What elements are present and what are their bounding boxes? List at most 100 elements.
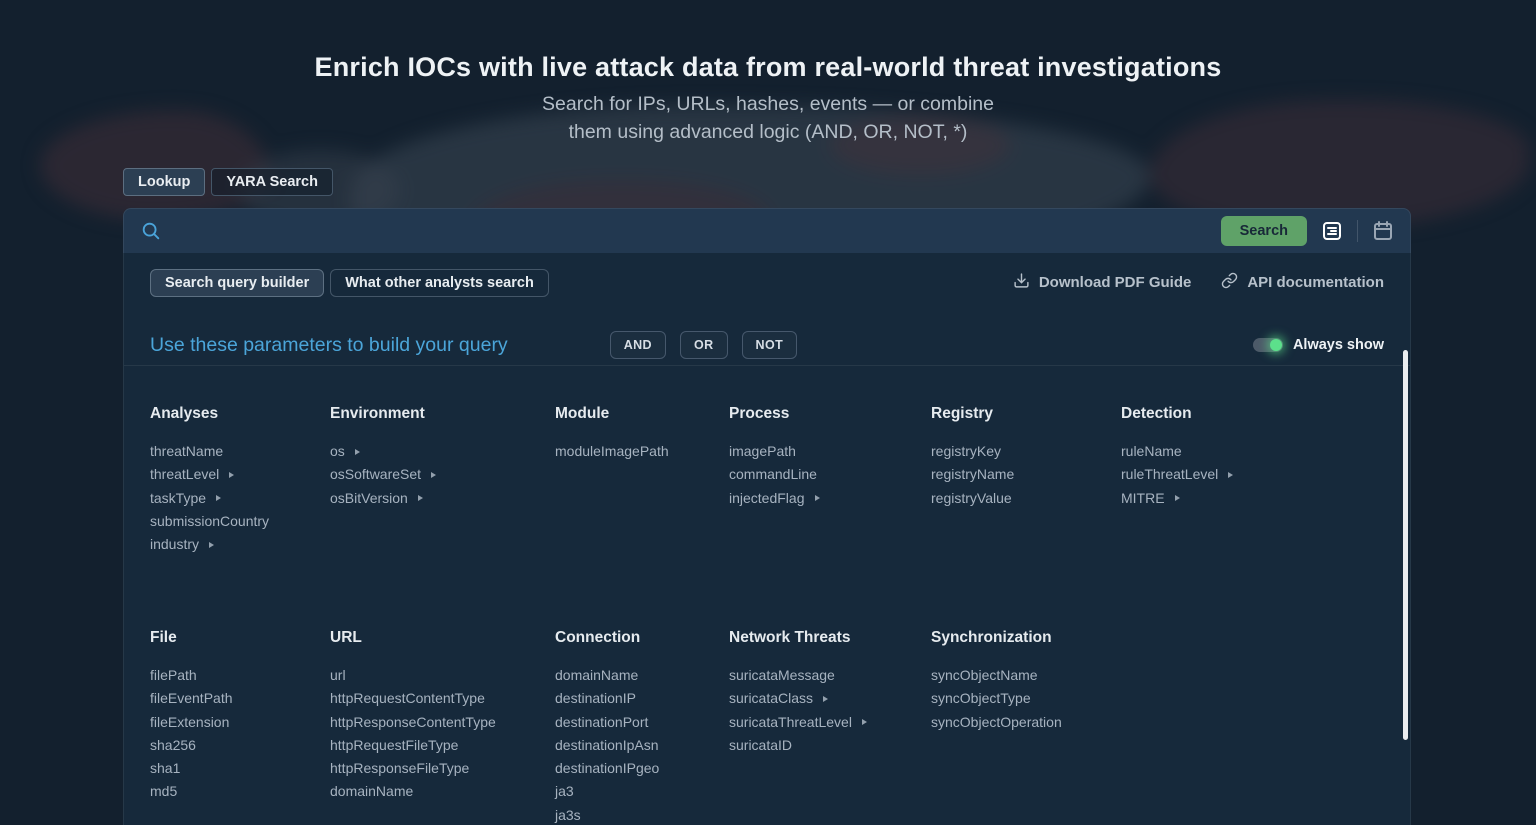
parameter-item-ja3[interactable]: ja3 xyxy=(555,780,729,803)
parameter-item-label: domainName xyxy=(555,664,638,687)
parameter-item-label: moduleImagePath xyxy=(555,440,669,463)
parameter-item-suricataID[interactable]: suricataID xyxy=(729,734,931,757)
parameter-item-threatLevel[interactable]: threatLevel xyxy=(150,463,330,486)
submenu-arrow-icon xyxy=(823,696,828,702)
parameter-item-url[interactable]: url xyxy=(330,664,555,687)
parameter-item-destinationIpAsn[interactable]: destinationIpAsn xyxy=(555,734,729,757)
parameter-item-label: destinationPort xyxy=(555,711,648,734)
parameter-item-label: MITRE xyxy=(1121,487,1165,510)
parameter-item-registryKey[interactable]: registryKey xyxy=(931,440,1121,463)
parameter-item-threatName[interactable]: threatName xyxy=(150,440,330,463)
parameter-group-title: Module xyxy=(555,405,729,423)
parameter-item-label: filePath xyxy=(150,664,197,687)
parameter-item-ruleThreatLevel[interactable]: ruleThreatLevel xyxy=(1121,463,1370,486)
always-show-toggle[interactable] xyxy=(1253,338,1283,352)
parameter-group: Environment ososSoftwareSetosBitVersion xyxy=(330,405,555,556)
parameter-item-ja3s[interactable]: ja3s xyxy=(555,804,729,825)
parameter-item-registryValue[interactable]: registryValue xyxy=(931,487,1121,510)
api-documentation-link[interactable]: API documentation xyxy=(1221,272,1384,293)
search-query-builder-button[interactable]: Search query builder xyxy=(150,269,324,297)
parameter-item-label: commandLine xyxy=(729,463,817,486)
download-pdf-guide-link[interactable]: Download PDF Guide xyxy=(1013,272,1192,293)
page-title: Enrich IOCs with live attack data from r… xyxy=(0,52,1536,83)
parameter-item-injectedFlag[interactable]: injectedFlag xyxy=(729,487,931,510)
parameter-item-label: industry xyxy=(150,533,199,556)
parameter-group-title: Environment xyxy=(330,405,555,423)
parameter-item-submissionCountry[interactable]: submissionCountry xyxy=(150,510,330,533)
parameter-item-moduleImagePath[interactable]: moduleImagePath xyxy=(555,440,729,463)
parameter-item-suricataThreatLevel[interactable]: suricataThreatLevel xyxy=(729,711,931,734)
parameter-item-label: osSoftwareSet xyxy=(330,463,421,486)
parameter-item-label: os xyxy=(330,440,345,463)
parameter-item-osSoftwareSet[interactable]: osSoftwareSet xyxy=(330,463,555,486)
tab-lookup[interactable]: Lookup xyxy=(123,168,205,196)
parameter-item-fileExtension[interactable]: fileExtension xyxy=(150,711,330,734)
parameter-item-destinationIP[interactable]: destinationIP xyxy=(555,687,729,710)
parameter-groups-row-2: FilefilePathfileEventPathfileExtensionsh… xyxy=(150,629,1370,825)
calendar-icon[interactable] xyxy=(1369,217,1397,245)
operator-not-button[interactable]: NOT xyxy=(742,331,798,359)
parameter-item-httpResponseContentType[interactable]: httpResponseContentType xyxy=(330,711,555,734)
parameter-item-syncObjectName[interactable]: syncObjectName xyxy=(931,664,1121,687)
parameter-item-industry[interactable]: industry xyxy=(150,533,330,556)
parameter-item-destinationPort[interactable]: destinationPort xyxy=(555,711,729,734)
parameter-item-label: threatLevel xyxy=(150,463,219,486)
parameter-item-httpResponseFileType[interactable]: httpResponseFileType xyxy=(330,757,555,780)
parameter-item-domainName[interactable]: domainName xyxy=(330,780,555,803)
parameter-item-label: taskType xyxy=(150,487,206,510)
parameter-item-label: registryName xyxy=(931,463,1014,486)
parameter-item-sha1[interactable]: sha1 xyxy=(150,757,330,780)
parameter-item-osBitVersion[interactable]: osBitVersion xyxy=(330,487,555,510)
submenu-arrow-icon xyxy=(815,495,820,501)
submenu-arrow-icon xyxy=(1175,495,1180,501)
parameter-item-domainName[interactable]: domainName xyxy=(555,664,729,687)
submenu-arrow-icon xyxy=(431,472,436,478)
logic-operators: AND OR NOT xyxy=(610,331,797,359)
parameter-item-registryName[interactable]: registryName xyxy=(931,463,1121,486)
parameter-item-suricataMessage[interactable]: suricataMessage xyxy=(729,664,931,687)
parameter-item-label: imagePath xyxy=(729,440,796,463)
parameter-item-httpRequestContentType[interactable]: httpRequestContentType xyxy=(330,687,555,710)
parameter-item-label: ja3s xyxy=(555,804,581,825)
parameter-item-ruleName[interactable]: ruleName xyxy=(1121,440,1370,463)
parameter-item-httpRequestFileType[interactable]: httpRequestFileType xyxy=(330,734,555,757)
builder-heading: Use these parameters to build your query xyxy=(150,334,508,357)
parameter-item-filePath[interactable]: filePath xyxy=(150,664,330,687)
parameter-item-syncObjectOperation[interactable]: syncObjectOperation xyxy=(931,711,1121,734)
parameter-item-md5[interactable]: md5 xyxy=(150,780,330,803)
parameter-item-label: destinationIpAsn xyxy=(555,734,659,757)
parameter-item-label: ja3 xyxy=(555,780,574,803)
operator-or-button[interactable]: OR xyxy=(680,331,728,359)
parameter-item-syncObjectType[interactable]: syncObjectType xyxy=(931,687,1121,710)
parameter-item-os[interactable]: os xyxy=(330,440,555,463)
doc-links: Download PDF Guide API documentation xyxy=(1013,272,1384,293)
parameter-item-commandLine[interactable]: commandLine xyxy=(729,463,931,486)
parameter-item-destinationIPgeo[interactable]: destinationIPgeo xyxy=(555,757,729,780)
parameter-item-label: destinationIP xyxy=(555,687,636,710)
parameter-group: Module moduleImagePath xyxy=(555,405,729,556)
parameter-item-suricataClass[interactable]: suricataClass xyxy=(729,687,931,710)
parameter-item-sha256[interactable]: sha256 xyxy=(150,734,330,757)
parameter-item-label: submissionCountry xyxy=(150,510,269,533)
parameter-item-label: md5 xyxy=(150,780,177,803)
operator-and-button[interactable]: AND xyxy=(610,331,666,359)
scrollbar-thumb[interactable] xyxy=(1403,350,1408,740)
page-subtitle: Search for IPs, URLs, hashes, events — o… xyxy=(0,91,1536,146)
analysts-search-button[interactable]: What other analysts search xyxy=(330,269,549,297)
parameter-item-label: syncObjectName xyxy=(931,664,1038,687)
parameter-item-MITRE[interactable]: MITRE xyxy=(1121,487,1370,510)
parameter-item-imagePath[interactable]: imagePath xyxy=(729,440,931,463)
tab-yara-search[interactable]: YARA Search xyxy=(211,168,333,196)
parameter-item-taskType[interactable]: taskType xyxy=(150,487,330,510)
parameter-item-fileEventPath[interactable]: fileEventPath xyxy=(150,687,330,710)
link-icon xyxy=(1221,272,1238,293)
section-divider xyxy=(124,365,1410,366)
parameter-group: URLurlhttpRequestContentTypehttpResponse… xyxy=(330,629,555,825)
submenu-arrow-icon xyxy=(862,719,867,725)
search-button[interactable]: Search xyxy=(1221,216,1307,246)
query-template-icon[interactable] xyxy=(1318,217,1346,245)
search-input[interactable] xyxy=(176,222,1210,240)
parameter-item-label: registryValue xyxy=(931,487,1012,510)
submenu-arrow-icon xyxy=(355,449,360,455)
parameter-group-title: URL xyxy=(330,629,555,647)
